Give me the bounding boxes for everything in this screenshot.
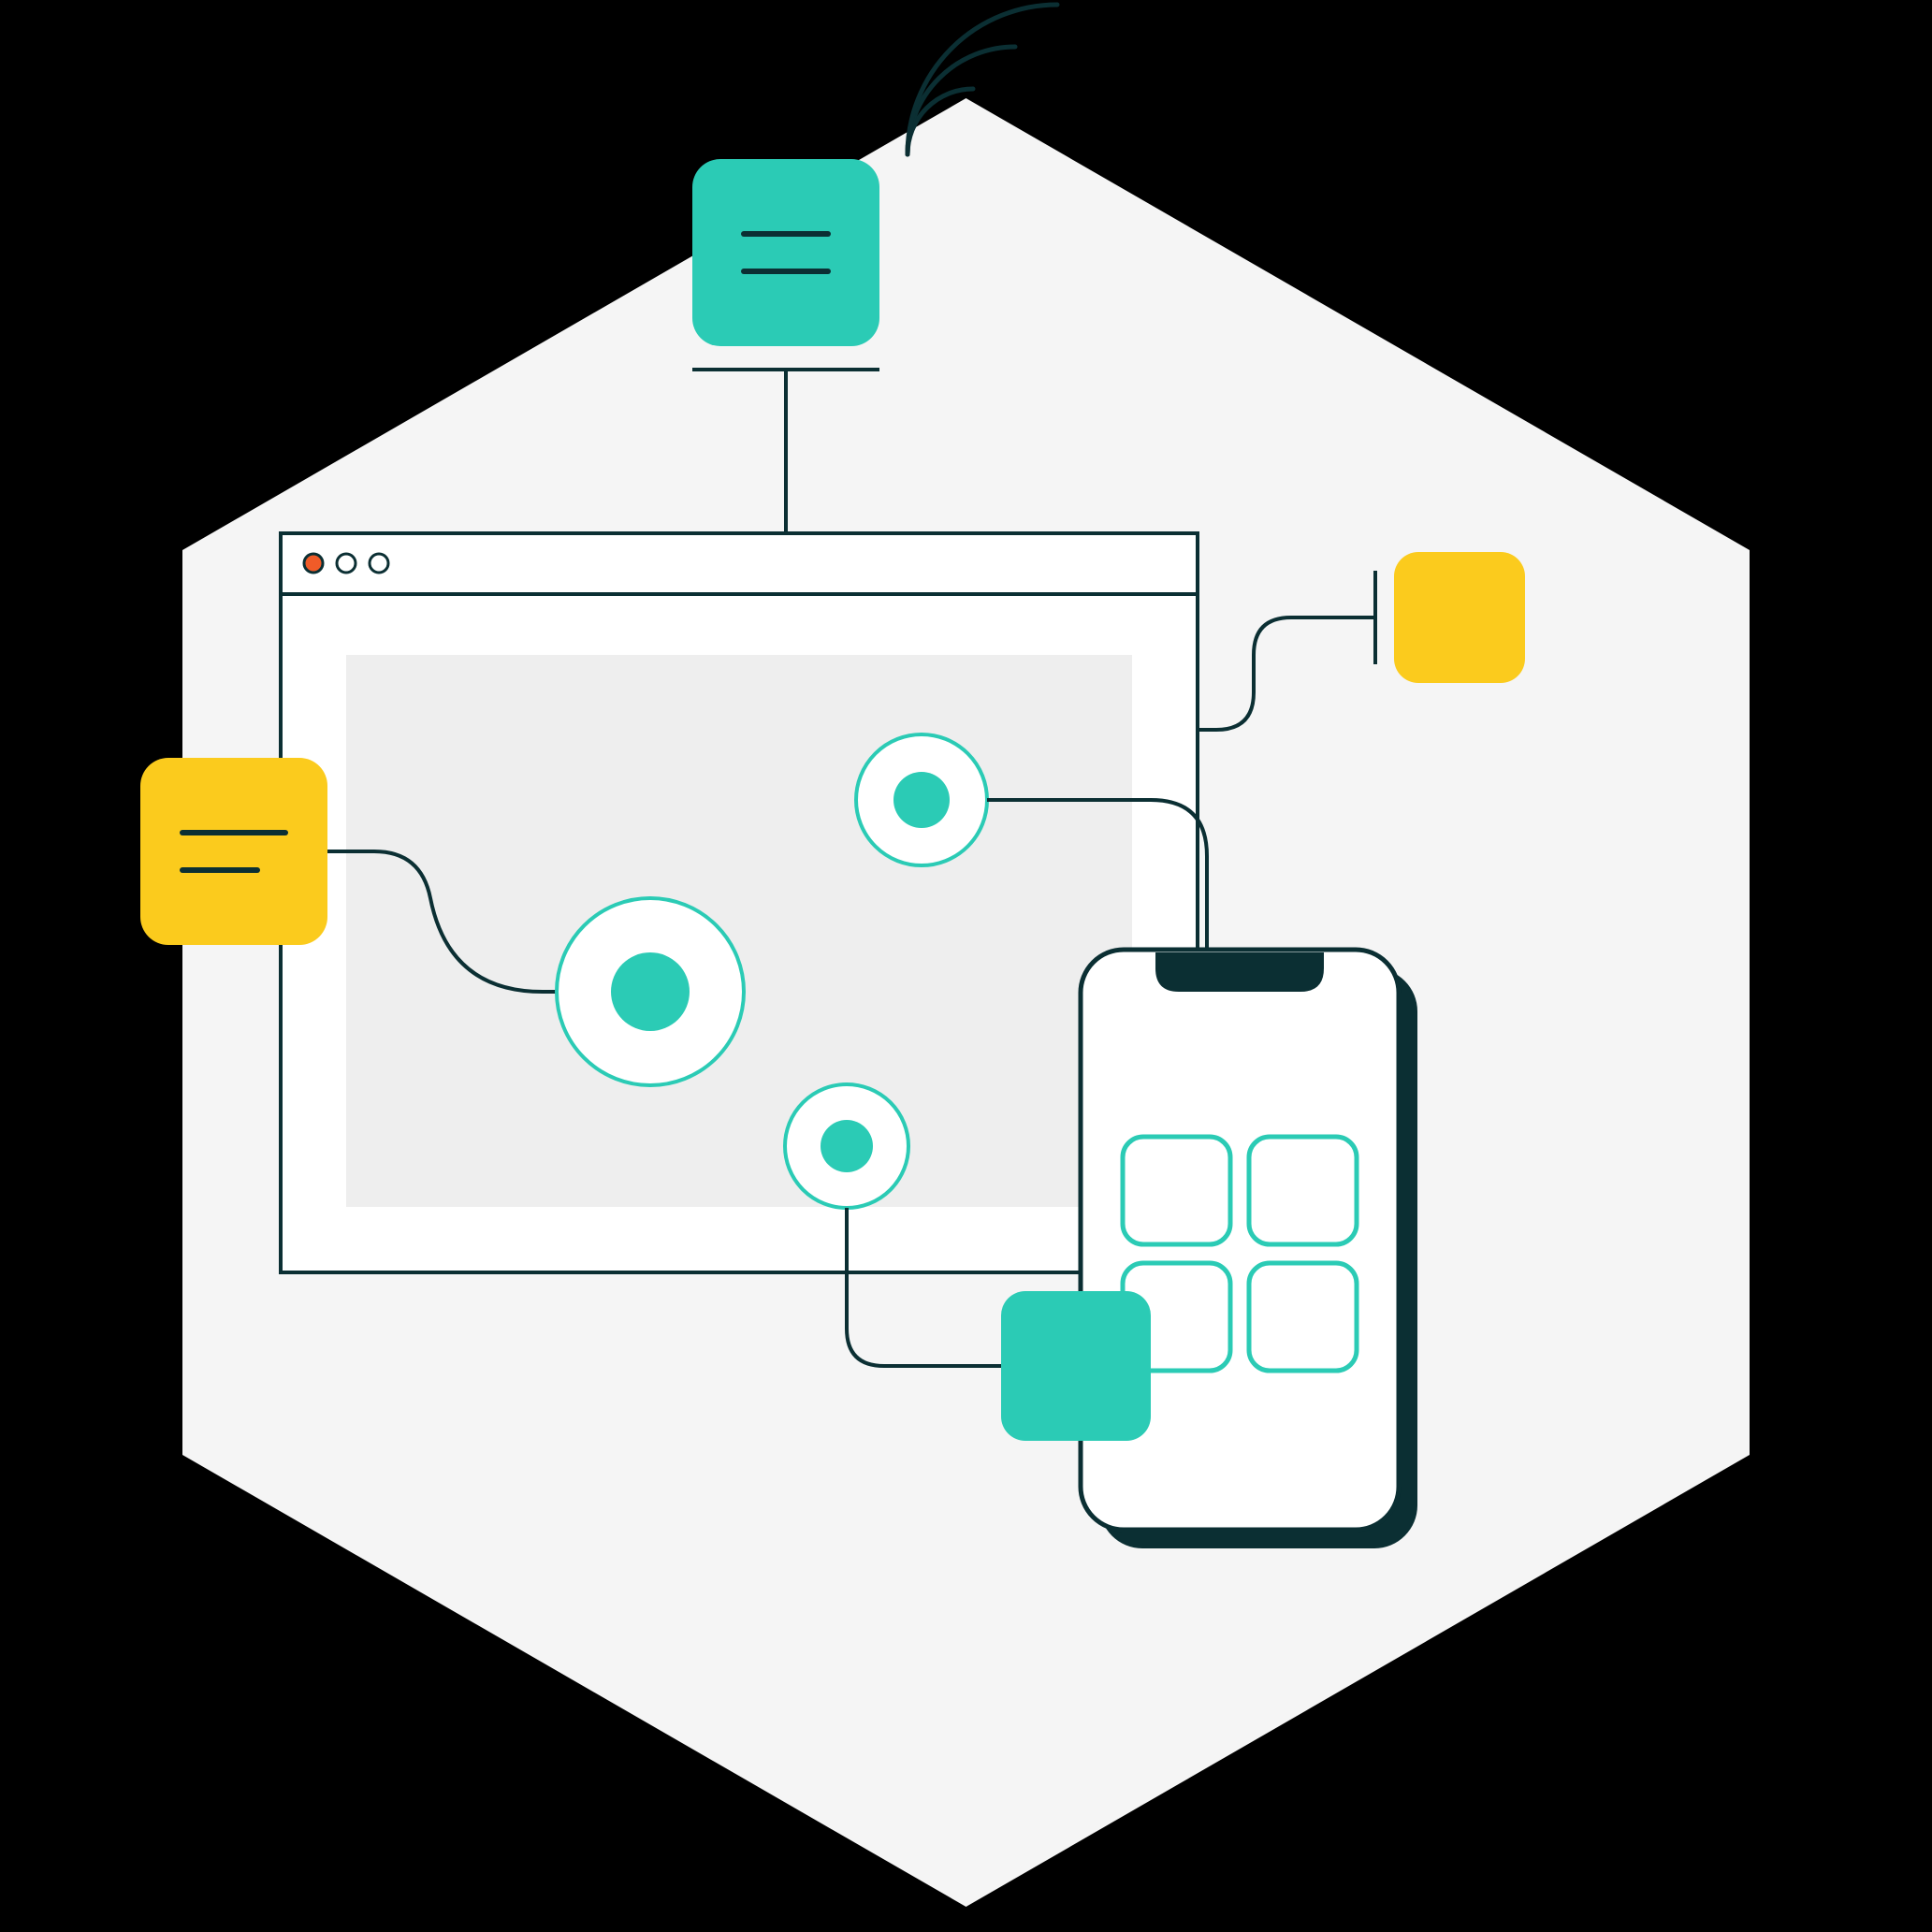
phone-device: [1081, 950, 1399, 1530]
browser-window: [281, 533, 1198, 1272]
diagram-svg: [0, 0, 1932, 1932]
radio-node-1: [856, 734, 987, 865]
browser-content-panel: [346, 655, 1132, 1207]
phone-notch-icon: [1155, 952, 1324, 992]
bottom-teal-card: [1001, 1291, 1151, 1441]
radio-node-3: [785, 1084, 908, 1208]
radio-node-2: [557, 898, 744, 1085]
diagram-canvas: [0, 0, 1932, 1932]
left-yellow-card: [140, 758, 327, 945]
top-teal-card: [692, 159, 879, 346]
right-yellow-card: [1394, 552, 1525, 683]
traffic-light-close-icon: [304, 554, 323, 573]
